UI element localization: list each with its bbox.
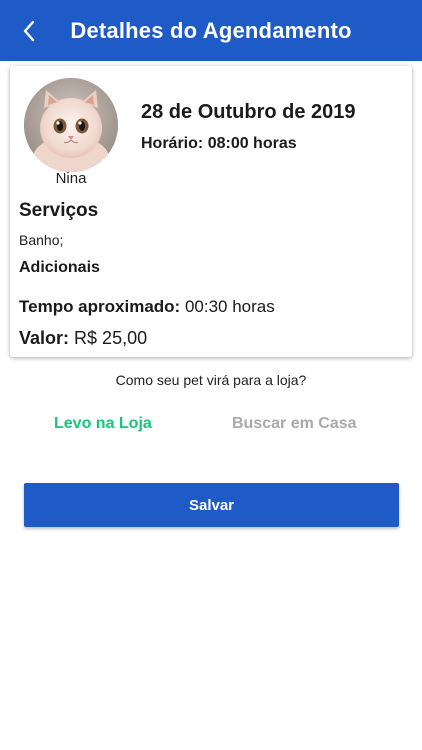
appointment-time: Horário: 08:00 horas	[141, 135, 297, 153]
time-label: Horário:	[141, 135, 204, 152]
extras-heading: Adicionais	[19, 259, 100, 276]
chevron-left-icon	[23, 20, 35, 42]
time-value: 08:00 horas	[207, 135, 297, 152]
page-title: Detalhes do Agendamento	[70, 17, 352, 43]
back-button[interactable]	[14, 16, 44, 46]
pet-name: Nina	[55, 170, 87, 187]
appointment-date: 28 de Outubro de 2019	[141, 101, 356, 123]
app-bar: Detalhes do Agendamento	[0, 0, 422, 61]
save-button[interactable]: Salvar	[24, 483, 399, 527]
duration-row: Tempo aproximado: 00:30 horas	[19, 297, 275, 317]
price-value: R$ 25,00	[74, 328, 148, 348]
kitten-photo	[24, 78, 118, 172]
price-label: Valor:	[19, 328, 70, 348]
option-pickup-at-home[interactable]: Buscar em Casa	[232, 415, 357, 433]
pet-avatar	[24, 78, 118, 172]
delivery-question: Como seu pet virá para a loja?	[115, 372, 307, 388]
option-take-to-store[interactable]: Levo na Loja	[54, 415, 152, 433]
duration-label: Tempo aproximado:	[19, 297, 181, 316]
price-row: Valor: R$ 25,00	[19, 328, 147, 349]
services-heading: Serviços	[19, 200, 99, 221]
appointment-card: Nina 28 de Outubro de 2019 Horário: 08:0…	[10, 66, 412, 357]
duration-value: 00:30 horas	[184, 297, 275, 316]
services-list: Banho;	[19, 232, 64, 248]
